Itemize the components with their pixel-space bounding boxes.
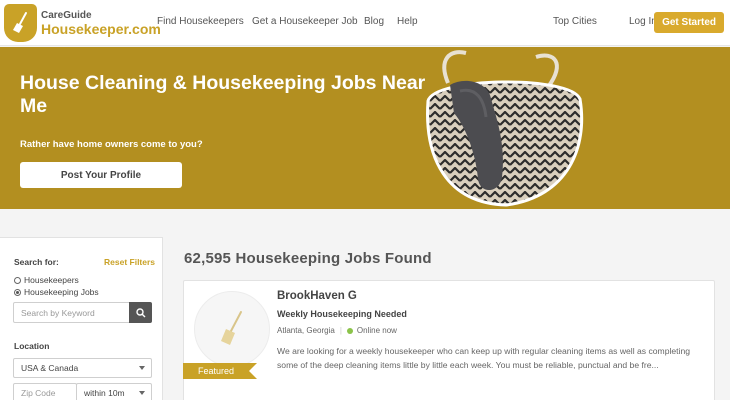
top-nav: CareGuide Housekeeper.com Find Housekeep… xyxy=(0,0,730,46)
search-for-label: Search for: xyxy=(14,257,59,267)
brand-logo[interactable]: CareGuide Housekeeper.com xyxy=(4,4,161,42)
country-value: USA & Canada xyxy=(21,363,79,373)
job-location: Atlanta, Georgia xyxy=(277,326,335,335)
country-select[interactable]: USA & Canada xyxy=(13,358,152,378)
reset-filters-link[interactable]: Reset Filters xyxy=(104,257,155,267)
radio-label: Housekeeping Jobs xyxy=(24,287,99,297)
job-meta: Atlanta, Georgia | Online now xyxy=(277,326,397,335)
nav-get-job[interactable]: Get a Housekeeper Job xyxy=(252,16,358,27)
job-card[interactable]: Featured BrookHaven G Weekly Housekeepin… xyxy=(183,280,715,400)
brand-name-small: CareGuide xyxy=(41,9,92,21)
radius-select[interactable]: within 10m xyxy=(76,383,152,400)
job-title[interactable]: Weekly Housekeeping Needed xyxy=(277,309,407,319)
brand-name-big: Housekeeper.com xyxy=(41,20,161,37)
featured-badge: Featured xyxy=(183,363,257,379)
poster-name[interactable]: BrookHaven G xyxy=(277,290,357,302)
online-status: Online now xyxy=(356,326,397,335)
radio-label: Housekeepers xyxy=(24,275,79,285)
meta-divider: | xyxy=(339,326,342,335)
nav-help[interactable]: Help xyxy=(397,16,418,27)
keyword-search-input[interactable]: Search by Keyword xyxy=(13,302,130,323)
nav-find-housekeepers[interactable]: Find Housekeepers xyxy=(157,16,244,27)
get-started-button[interactable]: Get Started xyxy=(654,12,724,33)
search-icon xyxy=(135,307,145,317)
basket-image xyxy=(426,50,584,207)
job-description: We are looking for a weekly housekeeper … xyxy=(277,346,691,370)
location-label: Location xyxy=(14,341,50,351)
login-link[interactable]: Log In xyxy=(629,16,657,27)
radio-housekeeping-jobs[interactable]: Housekeeping Jobs xyxy=(14,287,99,297)
radio-icon xyxy=(14,276,21,284)
broom-logo-icon xyxy=(4,4,37,42)
radio-selected-icon xyxy=(14,288,21,296)
search-button[interactable] xyxy=(129,302,152,323)
post-profile-button[interactable]: Post Your Profile xyxy=(20,162,182,188)
online-status-dot-icon xyxy=(346,327,353,334)
avatar xyxy=(194,291,270,367)
nav-top-cities[interactable]: Top Cities xyxy=(553,16,597,27)
results-count-title: 62,595 Housekeeping Jobs Found xyxy=(184,250,432,267)
hero-subtitle: Rather have home owners come to you? xyxy=(20,139,203,150)
chevron-down-icon xyxy=(139,366,145,370)
page-title: House Cleaning & Housekeeping Jobs Near … xyxy=(20,72,426,117)
radio-housekeepers[interactable]: Housekeepers xyxy=(14,275,79,285)
broom-icon xyxy=(221,311,242,345)
hero-banner: House Cleaning & Housekeeping Jobs Near … xyxy=(0,47,730,209)
radius-value: within 10m xyxy=(84,388,125,398)
zip-code-input[interactable]: Zip Code xyxy=(13,383,77,400)
nav-blog[interactable]: Blog xyxy=(364,16,384,27)
chevron-down-icon xyxy=(139,391,145,395)
